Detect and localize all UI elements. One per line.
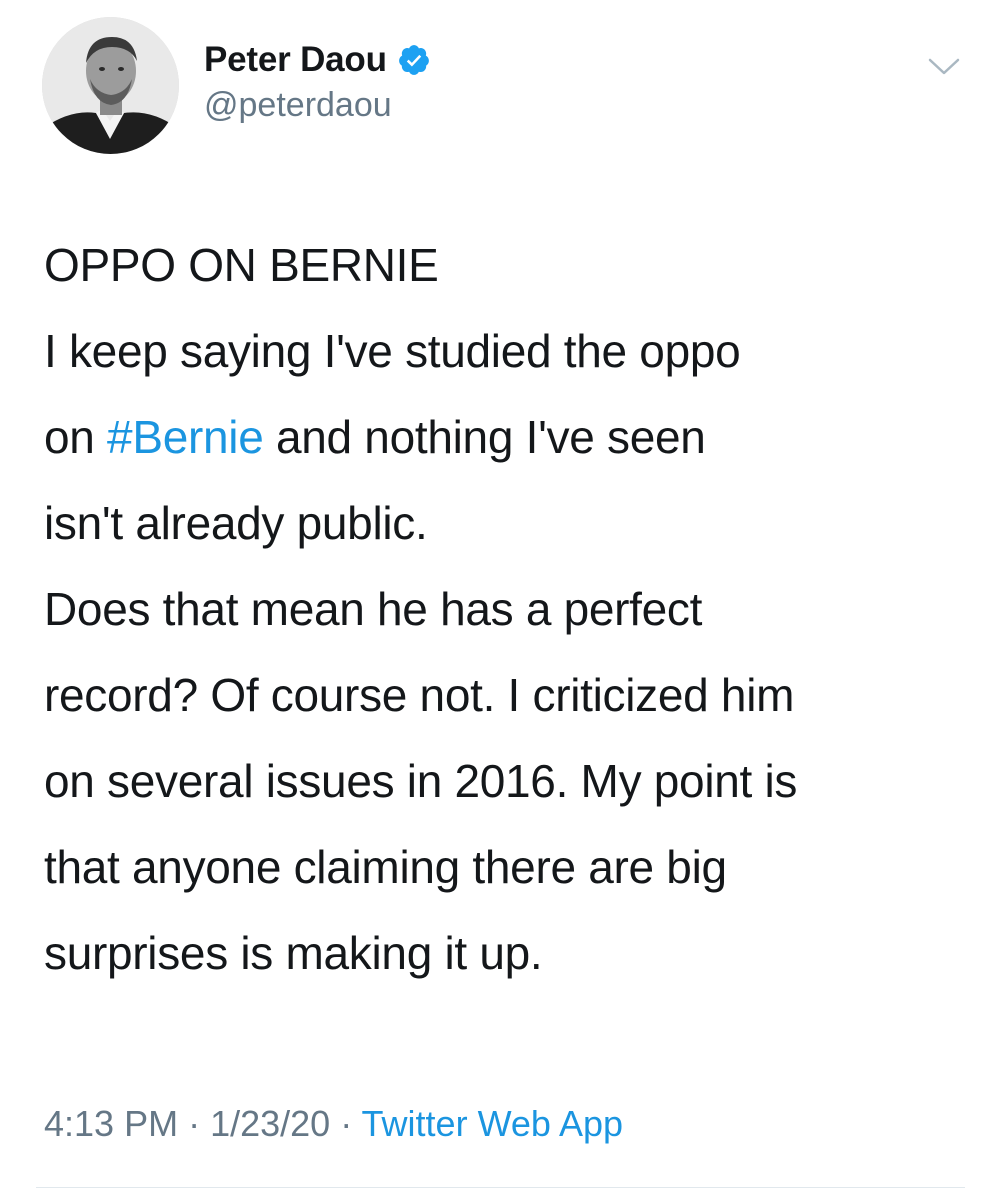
tweet-paragraph-1-line-2: on #Bernie and nothing I've seen (44, 394, 979, 480)
hashtag-link[interactable]: #Bernie (107, 411, 264, 463)
meta-separator: · (330, 1103, 362, 1144)
display-name[interactable]: Peter Daou (204, 40, 387, 80)
divider (36, 1187, 965, 1188)
tweet-source-link[interactable]: Twitter Web App (362, 1103, 623, 1144)
tweet-paragraph-2-line-5: surprises is making it up. (44, 927, 543, 979)
tweet-meta: 4:13 PM · 1/23/20 · Twitter Web App (44, 1103, 623, 1145)
chevron-down-icon[interactable] (922, 48, 966, 84)
avatar-image (42, 17, 179, 154)
tweet-heading: OPPO ON BERNIE (44, 239, 439, 291)
author-name-row[interactable]: Peter Daou (204, 38, 431, 82)
tweet-time[interactable]: 4:13 PM (44, 1103, 178, 1144)
tweet-paragraph-1-line-1: I keep saying I've studied the oppo (44, 325, 741, 377)
tweet-paragraph-2-line-3: on several issues in 2016. My point is (44, 755, 798, 807)
tweet: Peter Daou @peterdaou OPPO ON BERNIE I k… (0, 0, 1001, 1200)
avatar[interactable] (42, 17, 179, 154)
text-segment: on (44, 411, 108, 463)
verified-badge-icon (397, 43, 431, 77)
tweet-paragraph-2-line-1: Does that mean he has a perfect (44, 583, 703, 635)
tweet-paragraph-1-line-3: isn't already public. (44, 497, 428, 549)
tweet-text: OPPO ON BERNIE I keep saying I've studie… (44, 222, 979, 996)
tweet-paragraph-2-line-4: that anyone claiming there are big (44, 841, 727, 893)
tweet-date[interactable]: 1/23/20 (210, 1103, 330, 1144)
user-handle[interactable]: @peterdaou (204, 86, 392, 125)
meta-separator: · (178, 1103, 211, 1144)
text-segment: and nothing I've seen (263, 411, 706, 463)
tweet-paragraph-2-line-2: record? Of course not. I criticized him (44, 669, 795, 721)
